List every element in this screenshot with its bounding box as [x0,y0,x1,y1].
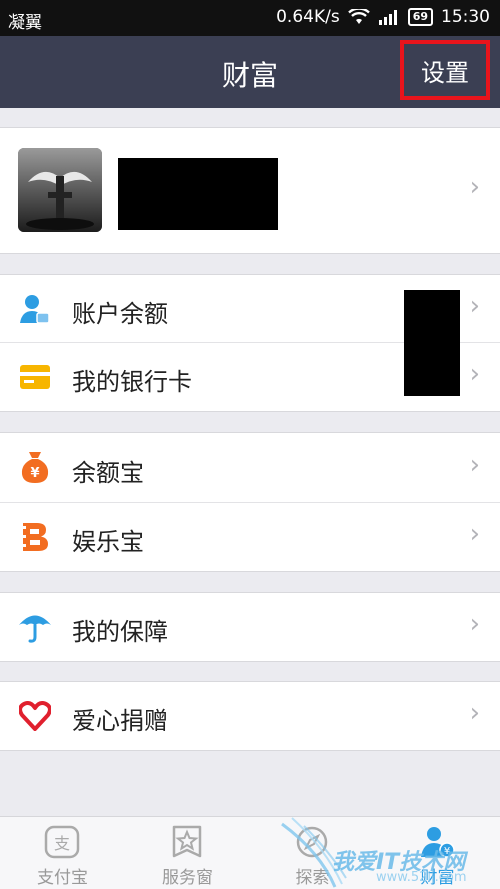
user-balance-icon [18,292,52,326]
menu-item-label: 我的银行卡 [72,368,192,396]
network-speed: 0.64K/s [276,7,340,27]
chevron-right-icon: › [469,172,480,202]
status-bar: 凝翼 0.64K/s 69 15:30 [0,0,500,36]
menu-item-insurance[interactable]: 我的保障 › [0,593,500,661]
navigation-bar: 财富 设置 [0,36,500,108]
clock: 15:30 [441,7,490,27]
tab-alipay[interactable]: 支 支付宝 [0,817,125,889]
avatar-image [18,148,102,232]
menu-item-label: 余额宝 [72,459,144,487]
tab-label: 探索 [295,868,330,888]
alipay-icon: 支 [44,825,80,859]
status-bar-right: 0.64K/s 69 15:30 [276,7,490,27]
film-b-icon [18,520,52,554]
svg-text:¥: ¥ [444,846,450,857]
settings-button[interactable]: 设置 [400,40,490,100]
menu-item-label: 娱乐宝 [72,528,144,556]
explore-icon [296,826,328,858]
wifi-icon [347,9,370,24]
menu-item-yuebao[interactable]: ¥ 余额宝 › [0,433,500,502]
tab-service-window[interactable]: 服务窗 [125,817,250,889]
battery-icon: 69 [407,8,433,26]
bottom-tab-bar: 支 支付宝 服务窗 探索 ¥ 财富 [0,816,500,889]
chevron-right-icon: › [469,291,480,321]
redacted-username [118,158,278,230]
tab-label: 服务窗 [162,868,213,888]
svg-text:支: 支 [54,834,70,853]
money-bag-icon: ¥ [18,450,52,484]
chevron-right-icon: › [469,609,480,639]
menu-item-label: 爱心捐赠 [72,707,168,735]
wealth-icon: ¥ [421,827,455,858]
chevron-right-icon: › [469,519,480,549]
chevron-right-icon: › [469,698,480,728]
carrier-name: 凝翼 [8,13,42,33]
redacted-balance [404,290,460,396]
chevron-right-icon: › [469,450,480,480]
tab-label: 支付宝 [37,868,88,888]
avatar[interactable] [18,148,102,232]
card-icon [18,360,52,394]
umbrella-icon [18,610,52,644]
menu-item-label: 我的保障 [72,618,168,646]
star-icon [172,825,202,858]
menu-item-label: 账户余额 [72,300,168,328]
menu-item-yulebao[interactable]: 娱乐宝 › [0,503,500,571]
tab-explore[interactable]: 探索 [250,817,375,889]
tab-wealth[interactable]: ¥ 财富 [375,817,500,889]
signal-icon [378,10,397,25]
chevron-right-icon: › [469,359,480,389]
svg-text:¥: ¥ [30,466,39,481]
menu-item-charity[interactable]: 爱心捐赠 › [0,682,500,750]
tab-label: 财富 [420,868,455,888]
heart-icon [18,699,52,733]
